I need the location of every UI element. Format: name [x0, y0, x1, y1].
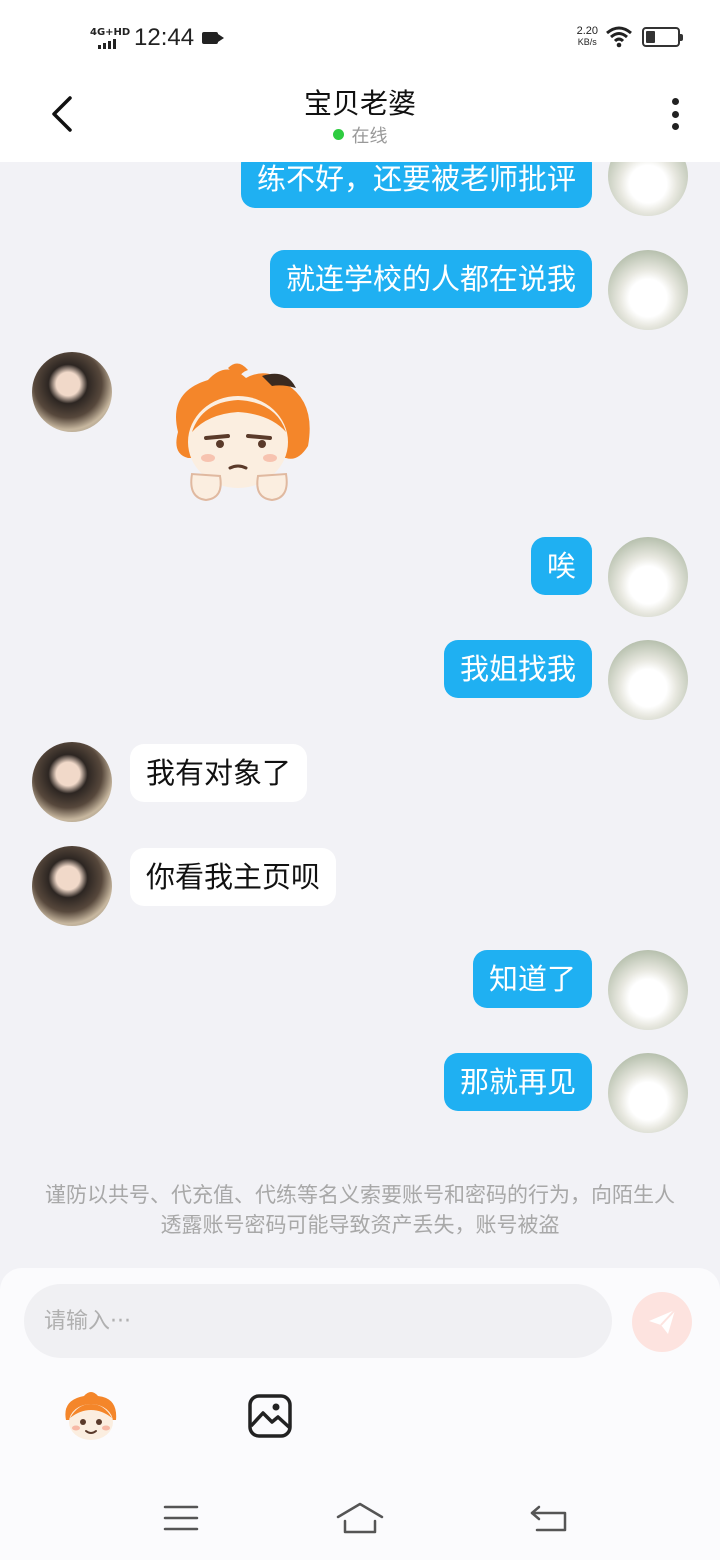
- menu-icon: [163, 1505, 199, 1531]
- my-avatar[interactable]: [608, 162, 688, 216]
- paper-plane-icon: [649, 1309, 676, 1334]
- message-bubble[interactable]: 练不好，还要被老师批评: [240, 162, 592, 208]
- image-picker-icon[interactable]: [246, 1392, 294, 1440]
- network-speed: 2.20 KB/s: [577, 26, 598, 48]
- grumpy-mascot-sticker[interactable]: [158, 362, 320, 504]
- system-nav-bar: [0, 1468, 720, 1560]
- security-notice: 谨防以共号、代充值、代练等名义索要账号和密码的行为，向陌生人透露账号密码可能导致…: [45, 1183, 675, 1237]
- my-avatar[interactable]: [608, 1053, 688, 1133]
- online-status: 在线: [0, 122, 720, 148]
- more-dot-icon: [671, 110, 679, 118]
- online-status-label: 在线: [351, 126, 388, 147]
- contact-avatar[interactable]: [32, 846, 112, 926]
- video-camera-icon: [202, 32, 225, 44]
- status-bar: 4G+HD 12:44 2.20 KB/s: [0, 0, 720, 74]
- home-icon: [336, 1502, 384, 1534]
- contact-name: 宝贝老婆: [303, 87, 416, 120]
- online-dot-icon: [332, 129, 344, 140]
- message-row: 知道了: [0, 950, 720, 1040]
- message-bubble[interactable]: 知道了: [472, 950, 592, 1008]
- message-bubble[interactable]: 你看我主页呗: [130, 848, 337, 906]
- message-row: [0, 352, 720, 512]
- more-options-button[interactable]: [660, 94, 690, 134]
- contact-avatar[interactable]: [32, 742, 112, 822]
- nav-menu-button[interactable]: [156, 1498, 206, 1538]
- more-dot-icon: [671, 98, 679, 105]
- message-list[interactable]: 练不好，还要被老师批评 就连学校的人都在说我 唉 我姐找我 我有对象了 你看我主…: [0, 162, 720, 1268]
- send-button[interactable]: [632, 1292, 692, 1352]
- network-indicator: 4G+HD: [90, 25, 130, 51]
- status-left: 4G+HD 12:44: [90, 24, 225, 52]
- message-row: 那就再见: [0, 1053, 720, 1143]
- message-row: 我有对象了: [0, 742, 720, 832]
- speed-value: 2.20: [576, 25, 598, 37]
- more-dot-icon: [671, 123, 679, 130]
- clock: 12:44: [134, 24, 195, 51]
- message-row: 唉: [0, 537, 720, 627]
- battery-fill: [646, 31, 655, 43]
- nav-home-button[interactable]: [335, 1498, 385, 1538]
- message-bubble[interactable]: 唉: [530, 537, 592, 595]
- my-avatar[interactable]: [608, 537, 688, 617]
- message-row: 就连学校的人都在说我: [0, 250, 720, 340]
- message-bubble[interactable]: 那就再见: [443, 1053, 592, 1111]
- message-bubble[interactable]: 就连学校的人都在说我: [269, 250, 592, 308]
- battery-icon: [642, 27, 683, 47]
- contact-avatar[interactable]: [32, 352, 112, 432]
- message-input[interactable]: [24, 1284, 612, 1358]
- my-avatar[interactable]: [608, 950, 688, 1030]
- message-row: 你看我主页呗: [0, 846, 720, 936]
- message-bubble[interactable]: 我有对象了: [130, 744, 308, 802]
- status-right: 2.20 KB/s: [577, 26, 683, 48]
- my-avatar[interactable]: [608, 640, 688, 720]
- message-row: 我姐找我: [0, 640, 720, 730]
- signal-icon: [98, 39, 116, 49]
- return-icon: [530, 1505, 567, 1532]
- speed-unit: KB/s: [577, 37, 597, 47]
- chat-header: 宝贝老婆 在线: [0, 74, 720, 162]
- my-avatar[interactable]: [608, 250, 688, 330]
- wifi-icon: [606, 26, 632, 48]
- sticker-button[interactable]: [60, 1390, 122, 1442]
- message-bubble[interactable]: 我姐找我: [443, 640, 592, 698]
- nav-back-button[interactable]: [524, 1498, 574, 1538]
- message-row: 练不好，还要被老师批评: [0, 162, 720, 240]
- network-label: 4G+HD: [90, 27, 131, 38]
